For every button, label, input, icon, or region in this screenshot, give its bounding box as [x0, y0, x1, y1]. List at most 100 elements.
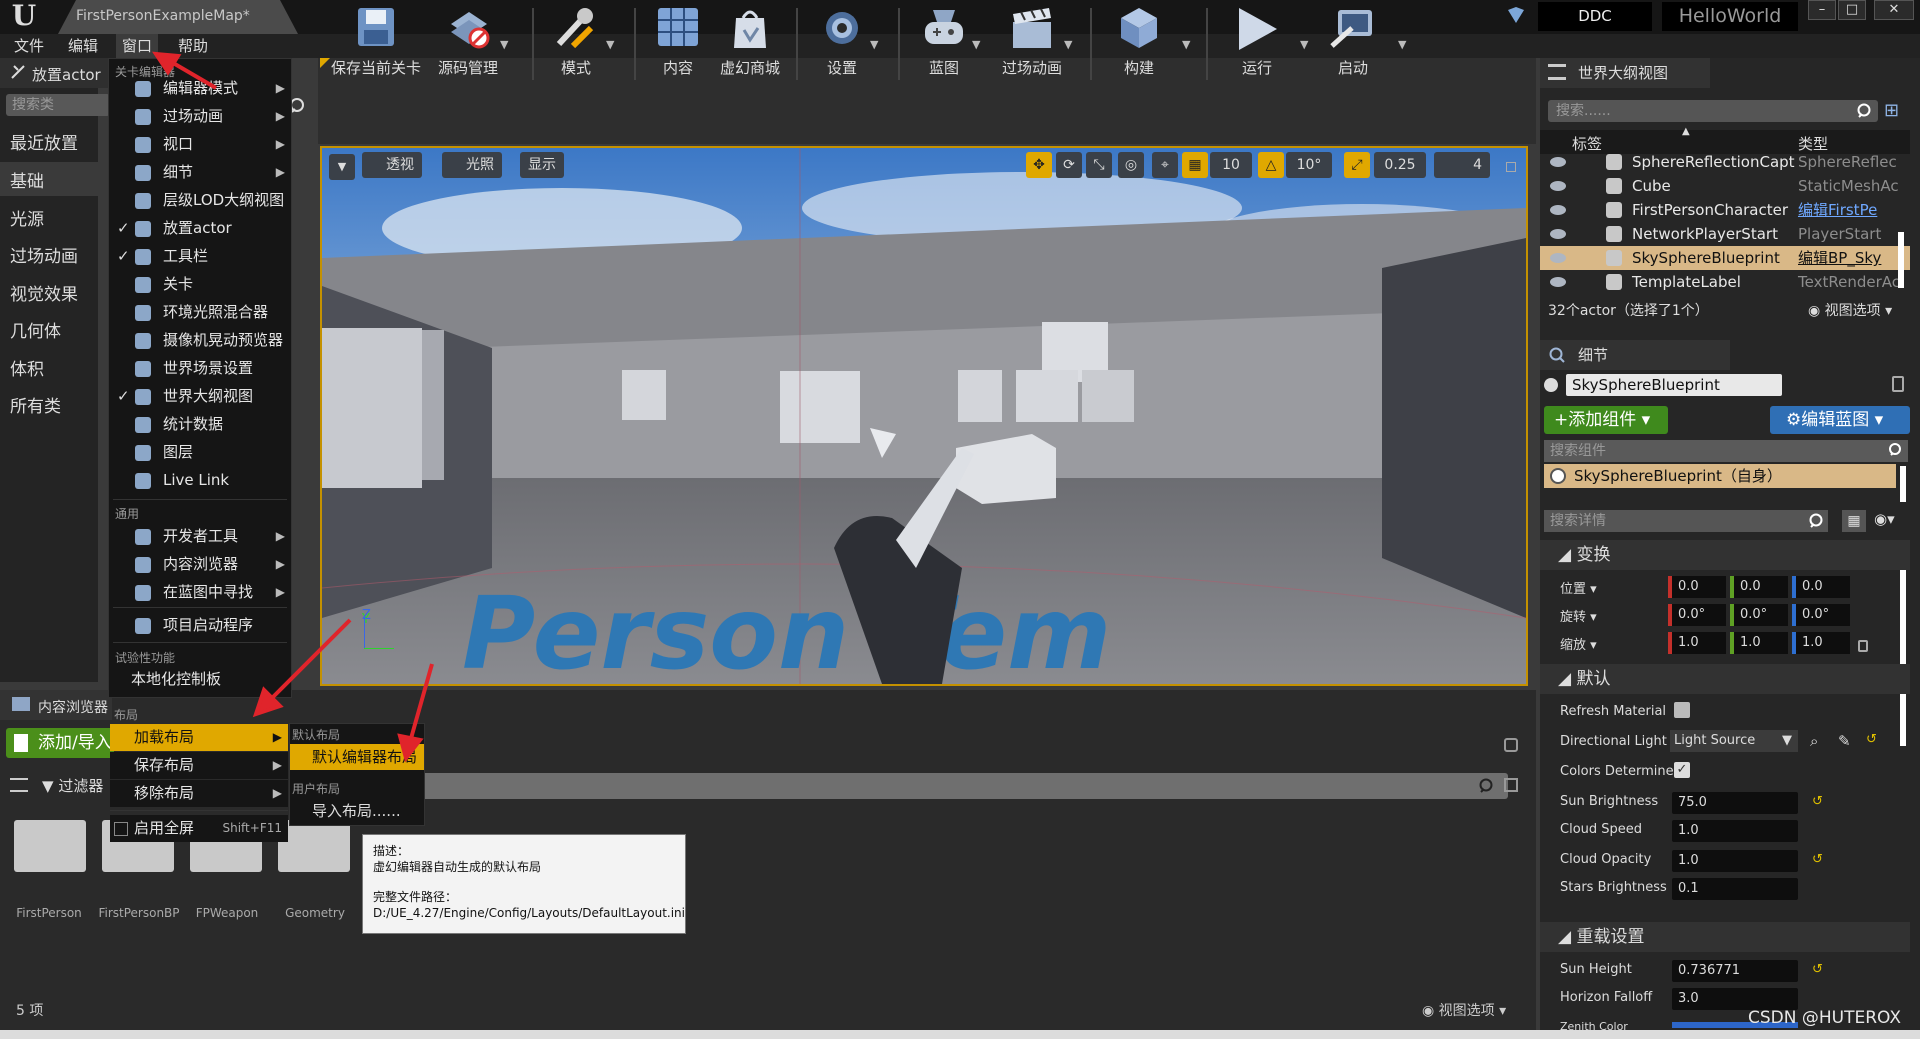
perspective-button[interactable]: 透视 [362, 152, 422, 178]
menu-edit[interactable]: 编辑 [62, 34, 104, 58]
category-cinematic[interactable]: 过场动画 [0, 237, 98, 271]
menu-item-level-editor[interactable]: 摄像机晃动预览器 [109, 327, 291, 354]
scale-snap-value[interactable]: 0.25 [1374, 152, 1426, 178]
reset-default-icon[interactable]: ↺ [1812, 852, 1823, 867]
asset-search-icon[interactable] [1478, 777, 1496, 795]
loc-field-z[interactable]: 0.0 [1796, 576, 1850, 598]
scl-field-z[interactable]: 1.0 [1796, 632, 1850, 654]
menu-item-general[interactable]: 在蓝图中寻找 ▶ [109, 579, 291, 606]
edit-blueprint-link[interactable]: 编辑BP_Sky [1798, 246, 1881, 270]
save-search-icon[interactable] [1504, 778, 1518, 792]
details-view-options-icon[interactable]: ◉▾ [1874, 510, 1895, 528]
menu-item-level-editor[interactable]: 层级LOD大纲视图 [109, 187, 291, 214]
outliner-scrollbar[interactable] [1898, 232, 1904, 288]
folder-icon[interactable] [278, 820, 350, 872]
menu-item-level-editor[interactable]: 编辑器模式 ▶ [109, 75, 291, 102]
directional-light-dropdown[interactable]: Light Source ▼ [1670, 730, 1798, 752]
source-control-icon[interactable] [1506, 6, 1526, 24]
horizon-falloff-field[interactable]: 3.0 [1672, 988, 1798, 1010]
translate-gizmo-icon[interactable]: ✥ [1026, 152, 1052, 178]
visibility-eye-icon[interactable] [1550, 253, 1566, 263]
menu-help[interactable]: 帮助 [172, 34, 214, 58]
reset-default-icon[interactable]: ↺ [1812, 794, 1823, 809]
menu-item-save-layout[interactable]: 保存布局 ▶ [110, 752, 288, 779]
sun-brightness-field[interactable]: 75.0 [1672, 792, 1798, 814]
category-visual-effects[interactable]: 视觉效果 [0, 275, 98, 309]
outliner-row[interactable]: Cube StaticMeshAc [1540, 174, 1910, 198]
surface-snap-icon[interactable]: ⌖ [1152, 152, 1178, 178]
rotation-label[interactable]: 旋转 ▾ [1560, 606, 1597, 625]
lit-mode-button[interactable]: 光照 [442, 152, 502, 178]
world-space-icon[interactable]: ◎ [1118, 152, 1144, 178]
location-label[interactable]: 位置 ▾ [1560, 578, 1597, 597]
menu-item-level-editor[interactable]: ✓ 世界大纲视图 [109, 383, 291, 410]
cloud-opacity-field[interactable]: 1.0 [1672, 850, 1798, 872]
menu-item-level-editor[interactable]: 细节 ▶ [109, 159, 291, 186]
scale-gizmo-icon[interactable]: ⤡ [1086, 152, 1112, 178]
outliner-view-options-button[interactable]: ◉ 视图选项 ▾ [1808, 300, 1892, 320]
menu-item-project-launcher[interactable]: 项目启动程序 [109, 612, 291, 639]
show-button[interactable]: 显示 [520, 152, 564, 178]
menu-item-load-layout[interactable]: 加载布局 ▶ [110, 724, 288, 751]
outliner-row[interactable]: NetworkPlayerStart PlayerStart [1540, 222, 1910, 246]
default-section[interactable]: ◢ 默认 [1540, 664, 1910, 694]
menu-window[interactable]: 窗口 [116, 34, 159, 58]
stars-brightness-field[interactable]: 0.1 [1672, 878, 1798, 900]
menu-item-level-editor[interactable]: Live Link [109, 467, 291, 494]
play-button[interactable]: 运行 [1212, 0, 1302, 86]
content-button[interactable]: 内容 [638, 0, 718, 86]
refresh-material-checkbox[interactable] [1674, 702, 1690, 718]
object-name-field[interactable]: SkySphereBlueprint [1566, 374, 1782, 396]
outliner-row[interactable]: SphereReflectionCapt SphereReflec [1540, 150, 1910, 174]
scl-field-y[interactable]: 1.0 [1734, 632, 1788, 654]
visibility-eye-icon[interactable] [1550, 229, 1566, 239]
sun-height-field[interactable]: 0.736771 [1672, 960, 1798, 982]
menu-item-level-editor[interactable]: 过场动画 ▶ [109, 103, 291, 130]
category-geometry[interactable]: 几何体 [0, 312, 98, 346]
build-button[interactable]: 构建 [1094, 0, 1184, 86]
menu-item-general[interactable]: 开发者工具 ▶ [109, 523, 291, 550]
reset-default-icon[interactable]: ↺ [1866, 732, 1877, 747]
minimize-button[interactable]: – [1808, 0, 1836, 20]
outliner-search-icon[interactable] [1856, 102, 1874, 120]
visibility-eye-icon[interactable] [1550, 181, 1566, 191]
lock-icon[interactable] [1892, 376, 1904, 392]
source-control-button[interactable]: 源码管理 [428, 0, 508, 86]
level-viewport[interactable]: Person Tem [320, 146, 1528, 686]
colors-determined-checkbox[interactable]: ✓ [1674, 762, 1690, 778]
category-recent[interactable]: 最近放置 [0, 124, 98, 158]
menu-item-level-editor[interactable]: 关卡 [109, 271, 291, 298]
cloud-speed-field[interactable]: 1.0 [1672, 820, 1798, 842]
cinematics-dropdown-icon[interactable]: ▼ [1064, 38, 1072, 51]
modes-button[interactable]: 模式 [536, 0, 616, 86]
picker-icon[interactable]: ✎ [1838, 732, 1851, 750]
viewport-options-dropdown-icon[interactable]: ▼ [329, 154, 355, 180]
details-tab[interactable]: 细节 [1540, 340, 1730, 370]
component-self-row[interactable]: SkySphereBlueprint（自身） [1544, 464, 1896, 488]
filters-button[interactable]: ▼ 过滤器 [42, 775, 103, 796]
edit-blueprint-link[interactable]: 编辑FirstPe [1798, 198, 1877, 222]
view-options-button[interactable]: ◉ 视图选项 ▾ [1422, 1000, 1506, 1020]
sources-toggle-icon[interactable] [10, 778, 28, 792]
folder-icon[interactable] [14, 820, 86, 872]
outliner-row[interactable]: TemplateLabel TextRenderAc [1540, 270, 1910, 294]
launch-button[interactable]: 启动 [1308, 0, 1398, 86]
build-dropdown-icon[interactable]: ▼ [1182, 38, 1190, 51]
menu-item-level-editor[interactable]: 图层 [109, 439, 291, 466]
modes-dropdown-icon[interactable]: ▼ [606, 38, 614, 51]
class-search-input[interactable]: 搜索类 [6, 94, 110, 116]
menu-item-default-editor-layout[interactable]: 默认编辑器布局 [290, 744, 424, 770]
property-matrix-icon[interactable]: ▦ [1842, 510, 1866, 532]
category-lights[interactable]: 光源 [0, 200, 98, 234]
settings-dropdown-icon[interactable]: ▼ [870, 38, 878, 51]
scl-field-x[interactable]: 1.0 [1672, 632, 1726, 654]
maximize-viewport-icon[interactable] [1506, 162, 1516, 172]
loc-field-x[interactable]: 0.0 [1672, 576, 1726, 598]
outliner-row[interactable]: FirstPersonCharacter 编辑FirstPe [1540, 198, 1910, 222]
component-search-input[interactable]: 搜索组件 [1544, 440, 1908, 462]
camera-speed-button[interactable]: 4 [1434, 152, 1490, 178]
cinematics-button[interactable]: 过场动画 [990, 0, 1074, 86]
rotation-snap-icon[interactable]: △ [1258, 152, 1284, 178]
asset-search-input[interactable] [418, 773, 1508, 799]
visibility-eye-icon[interactable] [1550, 157, 1566, 167]
